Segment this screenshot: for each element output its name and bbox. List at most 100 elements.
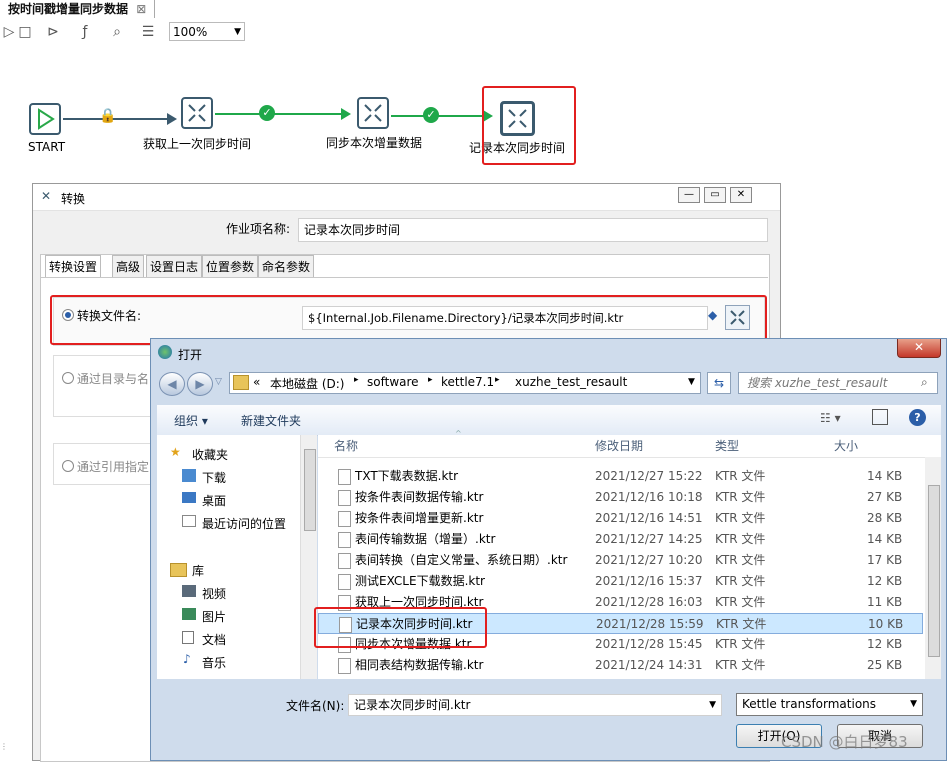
list-item[interactable]: 相同表结构数据传输.ktr 2021/12/24 14:31 KTR 文件 25 KB: [318, 655, 923, 676]
hop-step1-to-step2[interactable]: [215, 113, 349, 115]
nav-downloads[interactable]: 下载: [202, 469, 226, 486]
file-size: 11 KB: [867, 595, 903, 609]
maximize-button[interactable]: ▭: [704, 187, 726, 203]
breadcrumb-software[interactable]: software: [367, 375, 419, 389]
file-date: 2021/12/28 15:45: [595, 637, 703, 651]
filetype-select[interactable]: Kettle transformations ▼: [736, 693, 923, 716]
open-file-dialog: 打开 ✕ ◀ ▶ ▽ « 本地磁盘 (D:) ▸ software ▸ kett…: [150, 338, 947, 761]
nav-favorites[interactable]: 收藏夹: [192, 446, 228, 463]
address-bar[interactable]: « 本地磁盘 (D:) ▸ software ▸ kettle7.1 ▸ xuz…: [229, 372, 701, 394]
divider: [40, 277, 768, 278]
step-node-1[interactable]: [181, 97, 213, 129]
forward-button[interactable]: ▶: [187, 372, 213, 396]
step-label-2: 同步本次增量数据: [326, 136, 423, 150]
hop-step2-to-step3[interactable]: [391, 115, 491, 117]
lock-icon: 🔒: [99, 108, 117, 124]
sql-search-icon[interactable]: ⌕: [108, 23, 126, 41]
chevron-down-icon: ▼: [910, 699, 917, 709]
list-item[interactable]: 表间传输数据（增量）.ktr 2021/12/27 14:25 KTR 文件 14 K…: [318, 529, 923, 550]
file-type: KTR 文件: [715, 469, 766, 483]
list-scrollbar[interactable]: [925, 457, 941, 679]
preview-icon[interactable]: ⊳: [44, 23, 62, 41]
start-node[interactable]: [29, 103, 61, 135]
file-size: 12 KB: [867, 637, 903, 651]
tab-advanced[interactable]: 高级: [112, 255, 145, 278]
arrow-head-icon: [167, 113, 177, 125]
chevron-down-icon[interactable]: ▼: [688, 377, 695, 387]
zoom-select[interactable]: 100% ▼: [169, 22, 245, 41]
file-name: 相同表结构数据传输.ktr: [355, 658, 484, 672]
tab-bar: 转换设置 高级 设置日志 位置参数 命名参数: [45, 255, 345, 278]
transform-icon: [364, 104, 382, 122]
play-icon: [38, 108, 55, 130]
help-icon[interactable]: ?: [909, 409, 926, 426]
nav-recent[interactable]: 最近访问的位置: [202, 515, 286, 532]
name-input[interactable]: 记录本次同步时间: [298, 218, 768, 242]
tab-named-params[interactable]: 命名参数: [258, 255, 315, 278]
file-type: KTR 文件: [716, 617, 767, 631]
list-item[interactable]: 表间转换（自定义常量、系统日期）.ktr 2021/12/27 10:20 KTR …: [318, 550, 923, 571]
file-size: 10 KB: [868, 617, 904, 631]
name-label: 作业项名称:: [226, 222, 291, 236]
dialog-titlebar: ✕ 转换 — ▭ ✕: [33, 184, 780, 211]
filetype-value: Kettle transformations: [742, 697, 877, 711]
file-date: 2021/12/27 15:22: [595, 469, 703, 483]
document-tab[interactable]: 按时间戳增量同步数据 ⊠: [0, 0, 156, 18]
close-button[interactable]: ✕: [730, 187, 752, 203]
nav-music[interactable]: 音乐: [202, 654, 226, 671]
step-node-2[interactable]: [357, 97, 389, 129]
column-size[interactable]: 大小: [834, 435, 858, 457]
file-type: KTR 文件: [715, 595, 766, 609]
list-item[interactable]: 按条件表间增量更新.ktr 2021/12/16 14:51 KTR 文件 28 KB: [318, 508, 923, 529]
recent-places-icon: [182, 515, 196, 527]
nav-pictures[interactable]: 图片: [202, 608, 226, 625]
chevron-down-icon[interactable]: ▼: [709, 695, 716, 715]
radio-directory[interactable]: [62, 372, 74, 384]
close-button[interactable]: ✕: [897, 339, 941, 358]
file-size: 27 KB: [867, 490, 903, 504]
back-button[interactable]: ◀: [159, 372, 185, 396]
breadcrumb-folder[interactable]: xuzhe_test_resault: [515, 375, 627, 389]
nav-videos[interactable]: 视频: [202, 585, 226, 602]
preview-pane-icon[interactable]: [872, 409, 888, 425]
tab-position-params[interactable]: 位置参数: [202, 255, 259, 278]
nav-desktop[interactable]: 桌面: [202, 492, 226, 509]
organize-button[interactable]: 组织 ▾: [174, 412, 208, 429]
view-options-icon[interactable]: ☷ ▾: [820, 411, 841, 425]
breadcrumb-kettle[interactable]: kettle7.1: [441, 375, 494, 389]
file-size: 17 KB: [867, 553, 903, 567]
refresh-button[interactable]: ⇆: [707, 372, 731, 394]
tab-logging[interactable]: 设置日志: [146, 255, 203, 278]
list-item[interactable]: 测试EXCLE下载数据.ktr 2021/12/16 15:37 KTR 文件 12 …: [318, 571, 923, 592]
history-dropdown-icon[interactable]: ▽: [215, 377, 222, 387]
breadcrumb-separator-icon: ▸: [428, 375, 433, 385]
pictures-icon: [182, 608, 196, 620]
search-input[interactable]: 搜索 xuzhe_test_resault: [738, 372, 938, 394]
new-folder-button[interactable]: 新建文件夹: [241, 412, 301, 429]
search-icon: ⌕: [921, 375, 928, 389]
filename-input[interactable]: 记录本次同步时间.ktr ▼: [348, 694, 722, 716]
breadcrumb-drive[interactable]: 本地磁盘 (D:): [270, 375, 344, 392]
tab-transform-settings[interactable]: 转换设置: [45, 255, 102, 278]
file-type: KTR 文件: [715, 658, 766, 672]
list-item[interactable]: 按条件表间数据传输.ktr 2021/12/16 10:18 KTR 文件 27 KB: [318, 487, 923, 508]
minimize-button[interactable]: —: [678, 187, 700, 203]
breadcrumb-overflow[interactable]: «: [253, 375, 260, 389]
layers-icon[interactable]: ☰: [139, 23, 157, 41]
close-tab-icon[interactable]: ⊠: [136, 2, 146, 16]
file-size: 28 KB: [867, 511, 903, 525]
file-date: 2021/12/28 16:03: [595, 595, 703, 609]
stop-icon[interactable]: □: [16, 23, 34, 41]
hop-start-to-step1[interactable]: [63, 118, 175, 120]
transform-icon: ✕: [41, 189, 52, 203]
nav-documents[interactable]: 文档: [202, 631, 226, 648]
column-name[interactable]: 名称: [334, 435, 358, 457]
radio-reference[interactable]: [62, 460, 74, 472]
breadcrumb-separator-icon: ▸: [354, 375, 359, 385]
column-type[interactable]: 类型: [715, 435, 739, 457]
script-icon[interactable]: ƒ: [76, 23, 94, 41]
column-date[interactable]: 修改日期: [595, 435, 643, 457]
list-item[interactable]: TXT下载表数据.ktr 2021/12/27 15:22 KTR 文件 14 KB: [318, 466, 923, 487]
file-date: 2021/12/16 14:51: [595, 511, 703, 525]
nav-libraries[interactable]: 库: [192, 562, 204, 579]
